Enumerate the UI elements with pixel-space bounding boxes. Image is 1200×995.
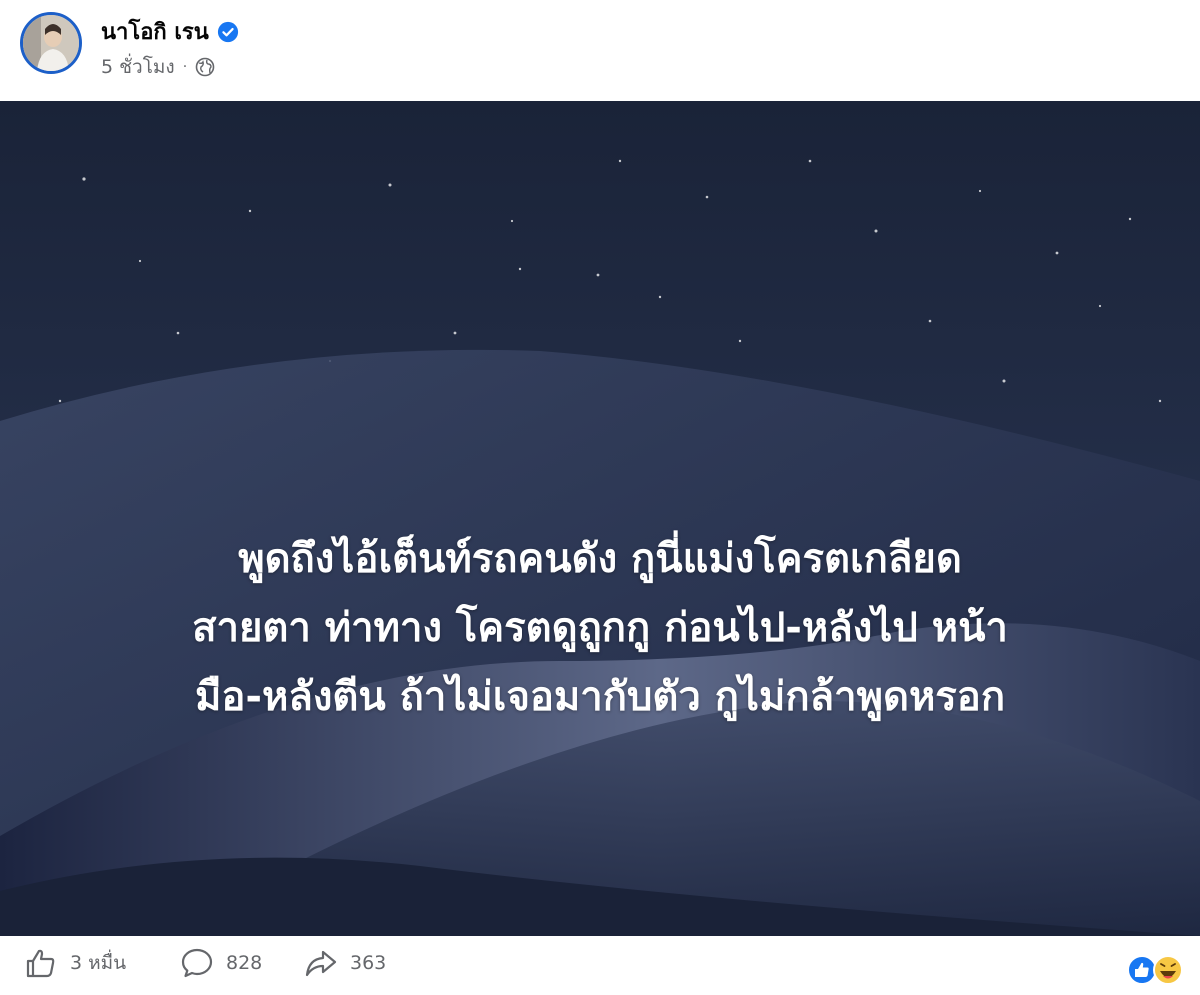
- like-count: 3 หมื่น: [70, 952, 127, 974]
- desert-night-background: [0, 101, 1200, 936]
- meta-separator: ·: [182, 59, 188, 75]
- post-text-line: พูดถึงไอ้เต็นท์รถคนดัง กูนี่แม่งโครตเกลี…: [238, 536, 962, 582]
- post-image[interactable]: พูดถึงไอ้เต็นท์รถคนดัง กูนี่แม่งโครตเกลี…: [0, 101, 1200, 936]
- facebook-post: นาโอกิ เรน 5 ชั่วโมง · พูดถึงไอ้เต็นท์รถ…: [0, 0, 1200, 995]
- thumbs-up-icon: [26, 949, 55, 978]
- post-text-line: มือ-หลังตีน ถ้าไม่เจอมากับตัว กูไม่กล้าพ…: [194, 674, 1006, 720]
- share-icon: [305, 950, 337, 977]
- post-text-line: สายตา ท่าทาง โครตดูถูกกู ก่อนไป-หลังไป ห…: [192, 605, 1008, 651]
- post-actions: 3 หมื่น 828 363: [0, 936, 1200, 995]
- share-button[interactable]: 363: [304, 946, 386, 980]
- share-count: 363: [350, 952, 387, 974]
- like-button[interactable]: 3 หมื่น: [24, 946, 126, 980]
- post-header: นาโอกิ เรน 5 ชั่วโมง ·: [0, 0, 1200, 101]
- post-meta: 5 ชั่วโมง ·: [101, 52, 215, 82]
- avatar[interactable]: [20, 12, 82, 74]
- reaction-icons[interactable]: [1126, 954, 1186, 986]
- globe-icon[interactable]: [195, 57, 215, 77]
- comment-icon: [181, 948, 213, 978]
- verified-badge-icon: [217, 21, 238, 42]
- author-row: นาโอกิ เรน: [101, 14, 239, 49]
- haha-reaction-icon: [1153, 955, 1183, 985]
- comment-button[interactable]: 828: [180, 946, 262, 980]
- author-name[interactable]: นาโอกิ เรน: [101, 14, 209, 49]
- post-text: พูดถึงไอ้เต็นท์รถคนดัง กูนี่แม่งโครตเกลี…: [0, 525, 1200, 732]
- comment-count: 828: [226, 952, 263, 974]
- like-reaction-icon: [1127, 955, 1157, 985]
- post-timestamp[interactable]: 5 ชั่วโมง: [101, 52, 175, 82]
